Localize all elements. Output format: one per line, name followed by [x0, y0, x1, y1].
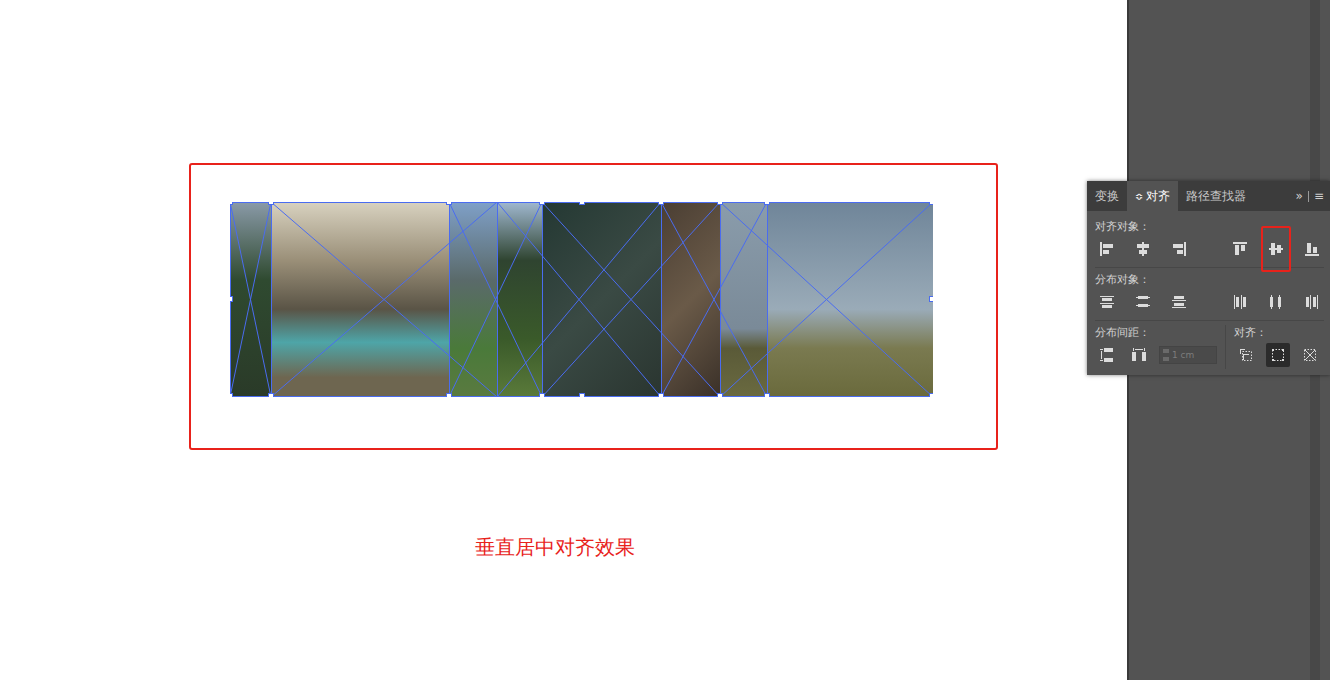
section-label: 对齐：	[1234, 325, 1326, 341]
tab-tools: »≡	[1296, 181, 1330, 211]
button-row	[1095, 235, 1324, 263]
align-panel: 变换≎对齐路径查找器»≡对齐对象：分布对象：分布间距：1 cm对齐：	[1087, 181, 1330, 375]
bottom-sections: 分布间距： 1 cm 对齐：	[1095, 320, 1324, 369]
key-object-icon	[1301, 346, 1319, 364]
align-objects-section: 对齐对象：	[1095, 217, 1324, 267]
photo[interactable]	[720, 202, 767, 397]
button-group	[1095, 237, 1191, 261]
selection-icon	[1269, 346, 1287, 364]
spinner-icon	[1163, 349, 1169, 361]
photo[interactable]	[661, 202, 720, 397]
selection-button[interactable]	[1266, 343, 1290, 367]
caption: 垂直居中对齐效果	[475, 534, 635, 561]
panel-body: 对齐对象： 分布对象： 分布间距： 1 cm 对齐：	[1087, 211, 1330, 375]
panel-tab[interactable]: ≎对齐	[1127, 181, 1178, 211]
photo[interactable]	[767, 202, 933, 397]
dist-right-icon	[1303, 293, 1321, 311]
align-vcenter-button[interactable]	[1261, 226, 1291, 272]
artboard-icon	[1237, 346, 1255, 364]
align-to-section: 对齐：	[1234, 325, 1326, 369]
column-separator	[1225, 325, 1226, 369]
button-group	[1228, 237, 1324, 261]
overflow-icon[interactable]: »	[1296, 189, 1303, 203]
align-hcenter-button[interactable]	[1131, 237, 1155, 261]
artboard-canvas[interactable]: 垂直居中对齐效果	[0, 0, 1127, 680]
dist-vcenter-button[interactable]	[1131, 290, 1155, 314]
section-label: 分布间距：	[1095, 325, 1217, 341]
dist-hcenter-icon	[1267, 293, 1285, 311]
key-object-button[interactable]	[1298, 343, 1322, 367]
dist-vcenter-icon	[1134, 293, 1152, 311]
dist-top-icon	[1098, 293, 1116, 311]
space-v-icon	[1098, 346, 1116, 364]
button-row	[1234, 341, 1326, 369]
align-vcenter-icon	[1267, 240, 1285, 258]
dist-left-icon	[1231, 293, 1249, 311]
dist-top-button[interactable]	[1095, 290, 1119, 314]
space-v-button[interactable]	[1095, 343, 1119, 367]
tab-label: 变换	[1095, 188, 1119, 205]
align-bottom-icon	[1303, 240, 1321, 258]
align-right-button[interactable]	[1167, 237, 1191, 261]
space-h-button[interactable]	[1127, 343, 1151, 367]
align-top-button[interactable]	[1228, 237, 1252, 261]
align-bottom-button[interactable]	[1300, 237, 1324, 261]
photo[interactable]	[497, 202, 542, 397]
spacing-value: 1 cm	[1172, 350, 1194, 360]
menu-icon[interactable]: ≡	[1314, 189, 1324, 203]
photo-group[interactable]	[230, 202, 933, 397]
button-group	[1228, 290, 1324, 314]
align-left-icon	[1098, 240, 1116, 258]
dist-hcenter-button[interactable]	[1264, 290, 1288, 314]
spacing-field: 1 cm	[1159, 346, 1217, 364]
space-h-icon	[1130, 346, 1148, 364]
align-hcenter-icon	[1134, 240, 1152, 258]
tab-sort-icon: ≎	[1135, 191, 1143, 202]
distribute-objects-section: 分布对象：	[1095, 267, 1324, 320]
button-group	[1095, 290, 1191, 314]
dist-bottom-button[interactable]	[1167, 290, 1191, 314]
dist-bottom-icon	[1170, 293, 1188, 311]
panel-tab[interactable]: 路径查找器	[1178, 181, 1254, 211]
align-left-button[interactable]	[1095, 237, 1119, 261]
artboard-button[interactable]	[1234, 343, 1258, 367]
dist-right-button[interactable]	[1300, 290, 1324, 314]
section-label: 分布对象：	[1095, 272, 1324, 288]
photo[interactable]	[271, 202, 449, 397]
photo[interactable]	[449, 202, 497, 397]
tools-separator	[1308, 191, 1309, 202]
align-top-icon	[1231, 240, 1249, 258]
photo[interactable]	[542, 202, 661, 397]
dist-left-button[interactable]	[1228, 290, 1252, 314]
panel-tab[interactable]: 变换	[1087, 181, 1127, 211]
tab-label: 对齐	[1146, 188, 1170, 205]
selection-boxes	[230, 202, 933, 397]
align-right-icon	[1170, 240, 1188, 258]
button-row: 1 cm	[1095, 341, 1217, 369]
tab-bar: 变换≎对齐路径查找器»≡	[1087, 181, 1330, 211]
tab-label: 路径查找器	[1186, 188, 1246, 205]
distribute-spacing-section: 分布间距： 1 cm	[1095, 325, 1217, 369]
button-row	[1095, 288, 1324, 316]
